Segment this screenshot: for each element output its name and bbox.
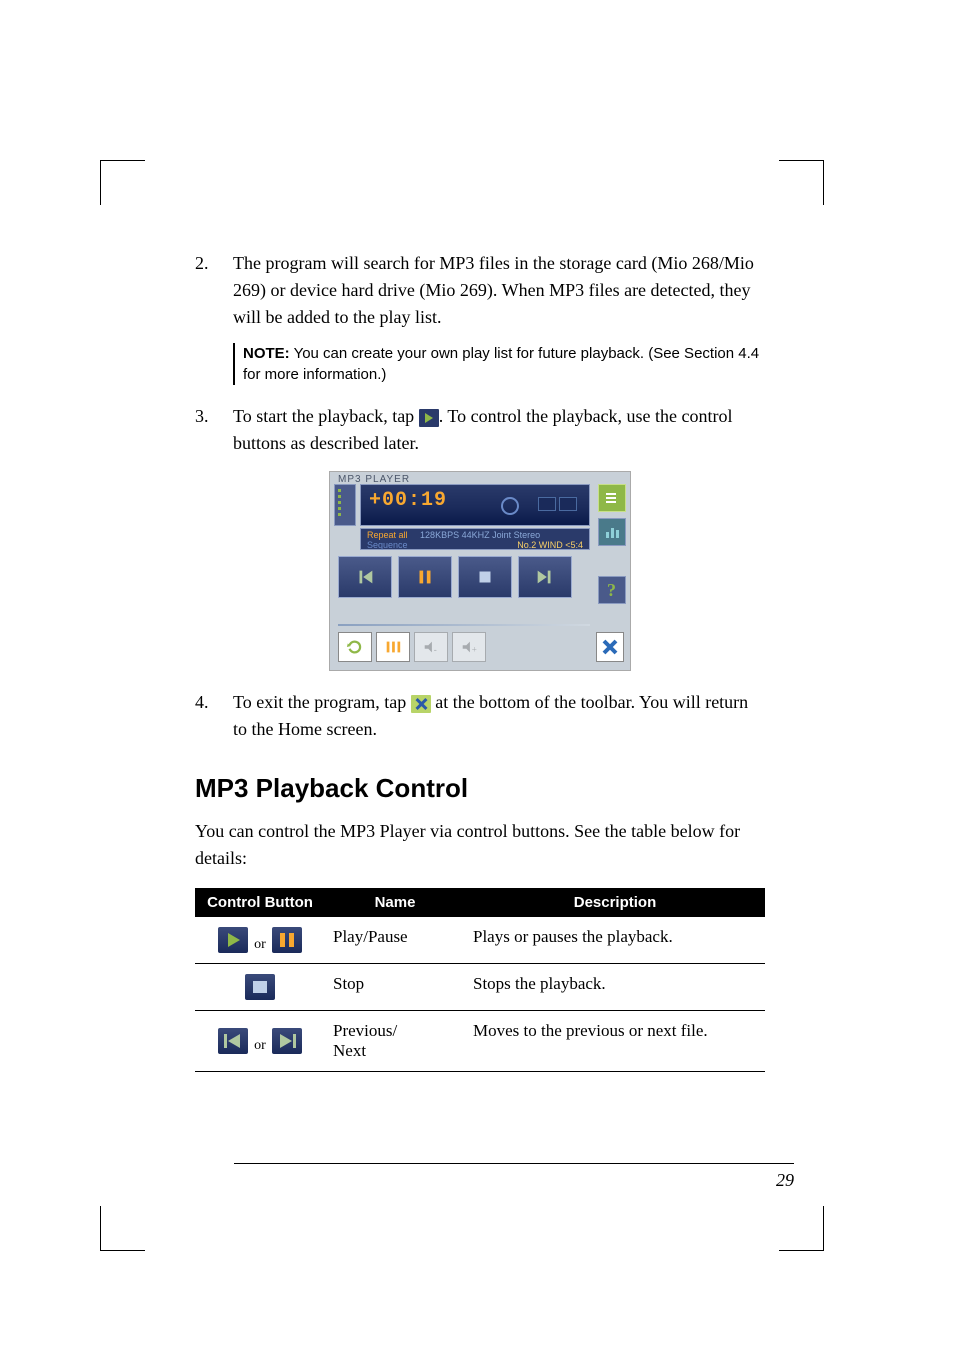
- play-icon: [419, 409, 439, 427]
- button-description: Plays or pauses the playback.: [465, 917, 765, 964]
- page-content: 2. The program will search for MP3 files…: [195, 250, 765, 1072]
- player-sidebar: ?: [598, 484, 626, 604]
- intro-text: You can control the MP3 Player via contr…: [195, 818, 765, 872]
- table-header: Control Button: [195, 888, 325, 917]
- page-footer: 29: [234, 1163, 794, 1191]
- close-icon[interactable]: [596, 632, 624, 662]
- stop-button[interactable]: [458, 556, 512, 598]
- player-time: +00:19: [369, 489, 447, 512]
- play-icon: [218, 927, 248, 953]
- disc-icon: [501, 497, 519, 515]
- divider: [338, 624, 590, 626]
- table-header: Name: [325, 888, 465, 917]
- next-icon: [272, 1028, 302, 1054]
- volume-up-icon[interactable]: +: [452, 632, 486, 662]
- pause-button[interactable]: [398, 556, 452, 598]
- equalizer-button-icon[interactable]: [598, 518, 626, 546]
- playlist-icon[interactable]: [598, 484, 626, 512]
- close-icon: [411, 695, 431, 713]
- player-info-bar: Repeat all 128KBPS 44KHZ Joint Stereo Se…: [360, 528, 590, 550]
- player-bottom-row: - +: [338, 632, 486, 662]
- control-button-cell: or: [195, 1011, 325, 1072]
- section-heading: MP3 Playback Control: [195, 773, 765, 804]
- track-label: No.2 WIND <5:4: [517, 540, 583, 550]
- prev-icon: [218, 1028, 248, 1054]
- crop-mark: [779, 1206, 824, 1251]
- controls-table: Control Button Name Description or Play/…: [195, 888, 765, 1072]
- list-item-2: 2. The program will search for MP3 files…: [195, 250, 765, 331]
- volume-down-icon[interactable]: -: [414, 632, 448, 662]
- text-before-icon: To start the playback, tap: [233, 406, 419, 426]
- crop-mark: [779, 160, 824, 205]
- control-button-cell: or: [195, 917, 325, 964]
- bitrate-label: 128KBPS 44KHZ Joint Stereo: [420, 530, 540, 540]
- player-display: +00:19: [360, 484, 590, 526]
- list-number: 2.: [195, 250, 233, 331]
- list-text: To exit the program, tap at the bottom o…: [233, 689, 765, 743]
- list-text: To start the playback, tap . To control …: [233, 403, 765, 457]
- mp3-player-screenshot: MP3 PLAYER +00:19 Repeat all 128KBPS 44K…: [329, 471, 631, 671]
- stop-icon: [245, 974, 275, 1000]
- table-row: Stop Stops the playback.: [195, 964, 765, 1011]
- button-name: Stop: [325, 964, 465, 1011]
- control-button-cell: [195, 964, 325, 1011]
- crop-mark: [100, 1206, 145, 1251]
- repeat-icon[interactable]: [338, 632, 372, 662]
- player-controls: [338, 556, 572, 598]
- table-row: or Play/Pause Plays or pauses the playba…: [195, 917, 765, 964]
- list-text: The program will search for MP3 files in…: [233, 250, 765, 331]
- svg-text:+: +: [472, 644, 477, 654]
- table-header: Description: [465, 888, 765, 917]
- sequence-label: Sequence: [367, 540, 408, 550]
- pause-icon: [272, 927, 302, 953]
- note-label: NOTE:: [243, 345, 290, 362]
- button-description: Stops the playback.: [465, 964, 765, 1011]
- svg-text:?: ?: [607, 580, 616, 600]
- or-text: or: [254, 1038, 266, 1053]
- crop-mark: [100, 160, 145, 205]
- text-before-icon: To exit the program, tap: [233, 692, 411, 712]
- button-name: Previous/ Next: [325, 1011, 465, 1072]
- button-name: Play/Pause: [325, 917, 465, 964]
- next-button[interactable]: [518, 556, 572, 598]
- note-text: You can create your own play list for fu…: [243, 345, 759, 383]
- or-text: or: [254, 937, 266, 952]
- list-item-4: 4. To exit the program, tap at the botto…: [195, 689, 765, 743]
- page-number: 29: [776, 1170, 794, 1190]
- button-description: Moves to the previous or next file.: [465, 1011, 765, 1072]
- prev-button[interactable]: [338, 556, 392, 598]
- repeat-label: Repeat all: [367, 530, 408, 540]
- note-box: NOTE: You can create your own play list …: [233, 343, 765, 385]
- list-number: 4.: [195, 689, 233, 743]
- volume-meter-icon: [538, 497, 577, 511]
- shuffle-icon[interactable]: [376, 632, 410, 662]
- list-item-3: 3. To start the playback, tap . To contr…: [195, 403, 765, 457]
- equalizer-icon: [334, 484, 356, 526]
- help-icon[interactable]: ?: [598, 576, 626, 604]
- table-row: or Previous/ Next Moves to the previous …: [195, 1011, 765, 1072]
- svg-text:-: -: [434, 644, 437, 654]
- list-number: 3.: [195, 403, 233, 457]
